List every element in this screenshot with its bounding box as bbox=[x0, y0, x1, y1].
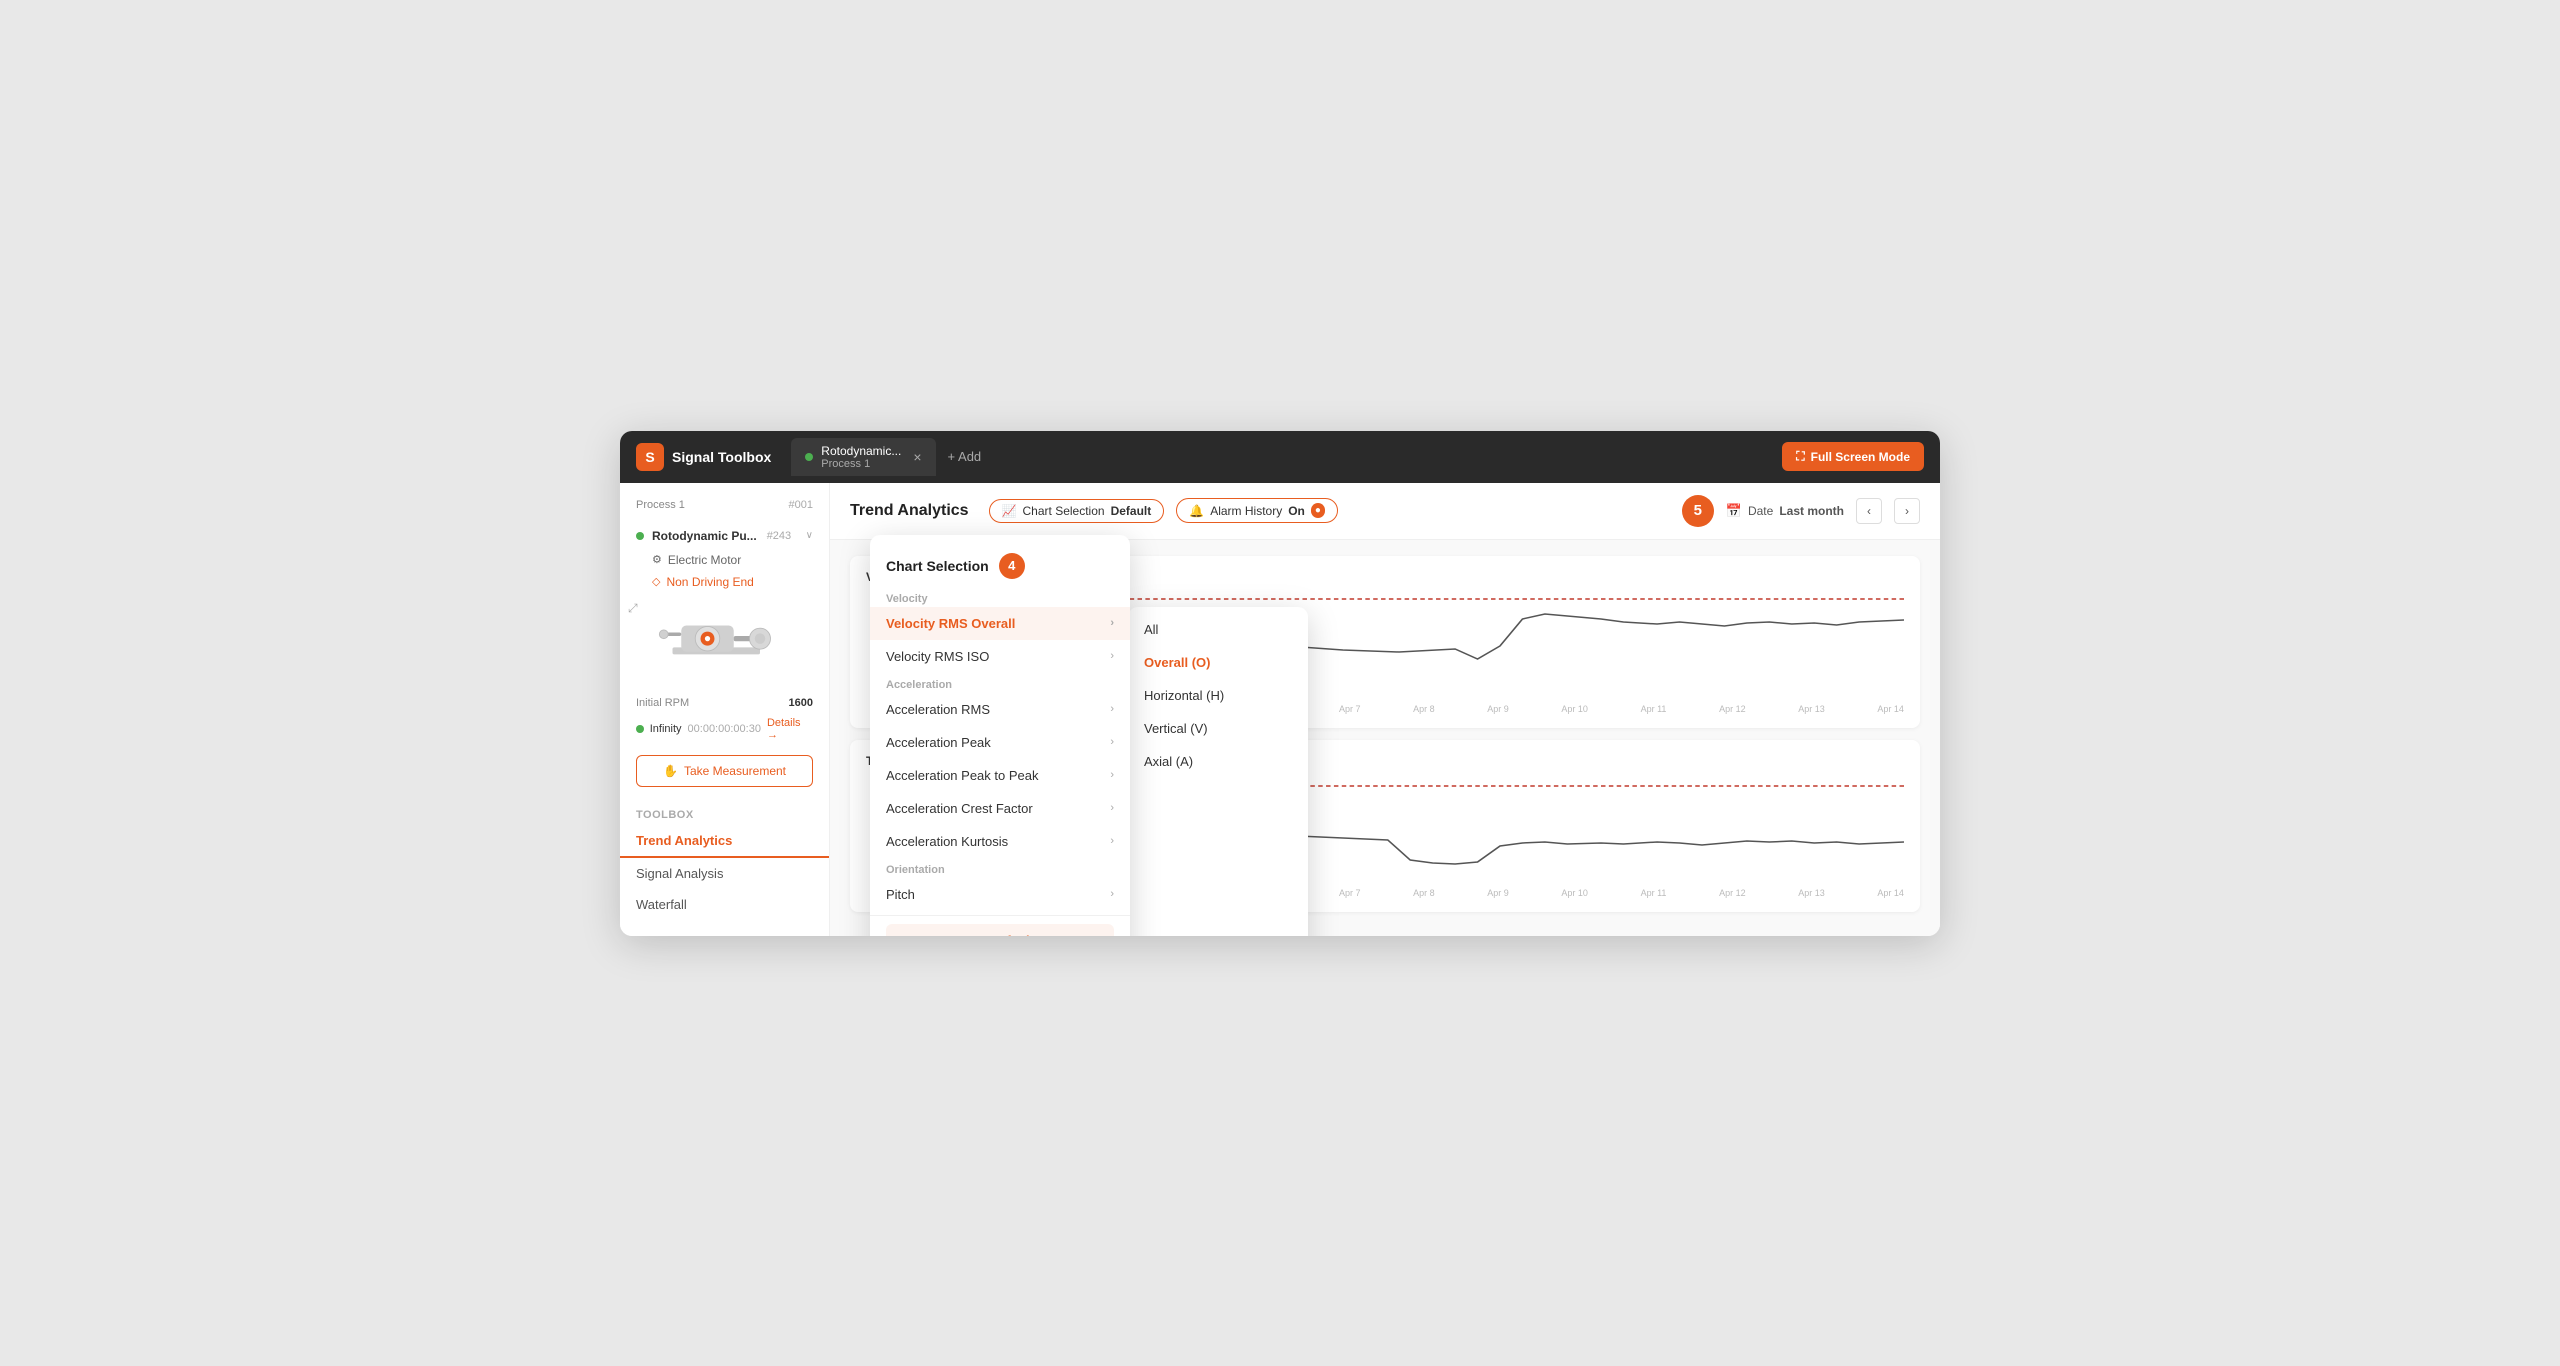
calendar-icon: 📅 bbox=[1726, 503, 1742, 519]
rpm-row: Initial RPM 1600 bbox=[620, 693, 829, 713]
hand-icon: ✋ bbox=[663, 764, 678, 778]
dropdown-item-acceleration-crest-factor[interactable]: Acceleration Crest Factor › bbox=[870, 792, 1130, 825]
toolbox-item-waterfall[interactable]: Waterfall bbox=[620, 889, 829, 920]
tab-status-dot bbox=[805, 453, 813, 461]
dropdown-item-velocity-rms[interactable]: Velocity RMS Overall › bbox=[870, 607, 1130, 640]
machine-name: Rotodynamic Pu... bbox=[652, 529, 757, 543]
tab-title: Rotodynamic... bbox=[821, 444, 901, 458]
fullscreen-icon: ⛶ bbox=[1796, 449, 1804, 464]
dropdown-title: Chart Selection bbox=[886, 558, 989, 574]
main-layout: Process 1 #001 Rotodynamic Pu... #243 ∨ … bbox=[620, 483, 1940, 936]
chevron-right-icon: › bbox=[1110, 736, 1114, 748]
add-tab-button[interactable]: + Add bbox=[948, 449, 982, 464]
sidebar-item-electric-motor[interactable]: ⚙ Electric Motor bbox=[620, 549, 829, 571]
take-measurement-button[interactable]: ✋ Take Measurement bbox=[636, 755, 813, 787]
machine-item[interactable]: Rotodynamic Pu... #243 ∨ bbox=[620, 523, 829, 549]
section-velocity-label: Velocity bbox=[870, 587, 1130, 607]
content-header: Trend Analytics 📈 Chart Selection Defaul… bbox=[830, 483, 1940, 540]
step-badge-5: 5 bbox=[1682, 495, 1714, 527]
process-row: Process 1 #001 bbox=[620, 499, 829, 523]
dropdown-item-acceleration-kurtosis[interactable]: Acceleration Kurtosis › bbox=[870, 825, 1130, 858]
machine-chevron-icon: ∨ bbox=[806, 530, 813, 541]
infinity-time: 00:00:00:00:30 bbox=[688, 723, 761, 735]
sub-dropdown-item-horizontal[interactable]: Horizontal (H) bbox=[1128, 679, 1308, 712]
process-label: Process 1 bbox=[636, 499, 685, 511]
toolbox-item-trend-analytics[interactable]: Trend Analytics bbox=[620, 825, 829, 858]
sub-dropdown-item-axial[interactable]: Axial (A) bbox=[1128, 745, 1308, 778]
chevron-right-icon: › bbox=[1110, 617, 1114, 629]
step-badge-4: 4 bbox=[999, 553, 1025, 579]
fullscreen-button[interactable]: ⛶ Full Screen Mode bbox=[1782, 442, 1924, 471]
set-default-button[interactable]: Set Default bbox=[886, 924, 1114, 936]
date-next-button[interactable]: › bbox=[1894, 498, 1920, 524]
chart-selection-dropdown: Chart Selection 4 Velocity Velocity RMS … bbox=[870, 535, 1130, 936]
date-value: Last month bbox=[1779, 504, 1844, 518]
top-bar: S Signal Toolbox Rotodynamic... Process … bbox=[620, 431, 1940, 483]
dropdown-item-acceleration-peak[interactable]: Acceleration Peak › bbox=[870, 726, 1130, 759]
chevron-right-icon: › bbox=[1110, 703, 1114, 715]
sub-dropdown-item-vertical[interactable]: Vertical (V) bbox=[1128, 712, 1308, 745]
sub-dropdown-item-all[interactable]: All bbox=[1128, 613, 1308, 646]
toolbox-label: Toolbox bbox=[620, 797, 829, 825]
chevron-right-icon: › bbox=[1110, 650, 1114, 662]
alarm-history-chip[interactable]: 🔔 Alarm History On ● bbox=[1176, 498, 1338, 523]
sub-dropdown: All Overall (O) Horizontal (H) Vertical … bbox=[1128, 607, 1308, 936]
chevron-right-icon: › bbox=[1110, 769, 1114, 781]
dropdown-item-acceleration-peak-to-peak[interactable]: Acceleration Peak to Peak › bbox=[870, 759, 1130, 792]
infinity-row: Infinity 00:00:00:00:30 Details → bbox=[620, 713, 829, 745]
infinity-name: Infinity bbox=[650, 723, 682, 735]
chart-selection-chip[interactable]: 📈 Chart Selection Default bbox=[989, 499, 1165, 523]
chevron-right-icon: › bbox=[1110, 802, 1114, 814]
date-control: 📅 Date Last month bbox=[1726, 503, 1844, 519]
date-label: Date bbox=[1748, 504, 1773, 518]
alarm-icon: 🔔 bbox=[1189, 504, 1204, 518]
sidebar: Process 1 #001 Rotodynamic Pu... #243 ∨ … bbox=[620, 483, 830, 936]
sub-dropdown-item-overall[interactable]: Overall (O) bbox=[1128, 646, 1308, 679]
content-area: Trend Analytics 📈 Chart Selection Defaul… bbox=[830, 483, 1940, 936]
rpm-value: 1600 bbox=[789, 697, 813, 709]
date-prev-button[interactable]: ‹ bbox=[1856, 498, 1882, 524]
machine-illustration: ⤢ bbox=[620, 593, 829, 693]
motor-diagram bbox=[655, 608, 795, 678]
dropdown-overlay: Chart Selection 4 Velocity Velocity RMS … bbox=[870, 535, 1308, 936]
brand: S Signal Toolbox bbox=[636, 443, 771, 471]
gear-icon: ⚙ bbox=[652, 553, 662, 566]
page-title: Trend Analytics bbox=[850, 502, 969, 520]
dropdown-item-pitch[interactable]: Pitch › bbox=[870, 878, 1130, 911]
expand-icon[interactable]: ⤢ bbox=[628, 601, 638, 616]
infinity-status-dot bbox=[636, 725, 644, 733]
dropdown-header: Chart Selection 4 bbox=[870, 541, 1130, 587]
toolbox-item-signal-analysis[interactable]: Signal Analysis bbox=[620, 858, 829, 889]
sidebar-item-non-driving-end[interactable]: ◇ Non Driving End bbox=[620, 571, 829, 593]
section-acceleration-label: Acceleration bbox=[870, 673, 1130, 693]
brand-icon: S bbox=[636, 443, 664, 471]
brand-name: Signal Toolbox bbox=[672, 449, 771, 465]
tab-subtitle: Process 1 bbox=[821, 458, 901, 470]
rpm-label: Initial RPM bbox=[636, 697, 689, 709]
diamond-icon: ◇ bbox=[652, 575, 660, 588]
tab-close-button[interactable]: × bbox=[913, 449, 921, 465]
chevron-right-icon: › bbox=[1110, 888, 1114, 900]
infinity-details-link[interactable]: Details → bbox=[767, 717, 813, 741]
toggle-switch[interactable]: ● bbox=[1311, 503, 1325, 518]
app-window: S Signal Toolbox Rotodynamic... Process … bbox=[620, 431, 1940, 936]
chevron-right-icon: › bbox=[1110, 835, 1114, 847]
machine-status-dot bbox=[636, 532, 644, 540]
chart-icon: 📈 bbox=[1002, 504, 1017, 518]
dropdown-item-velocity-rms-iso[interactable]: Velocity RMS ISO › bbox=[870, 640, 1130, 673]
dropdown-item-acceleration-rms[interactable]: Acceleration RMS › bbox=[870, 693, 1130, 726]
alarm-value: On bbox=[1288, 504, 1305, 518]
section-orientation-label: Orientation bbox=[870, 858, 1130, 878]
machine-id: #243 bbox=[767, 530, 791, 542]
dropdown-footer: Set Default bbox=[870, 915, 1130, 936]
chart-selection-value: Default bbox=[1111, 504, 1152, 518]
active-tab[interactable]: Rotodynamic... Process 1 × bbox=[791, 438, 935, 476]
process-id: #001 bbox=[789, 499, 813, 511]
